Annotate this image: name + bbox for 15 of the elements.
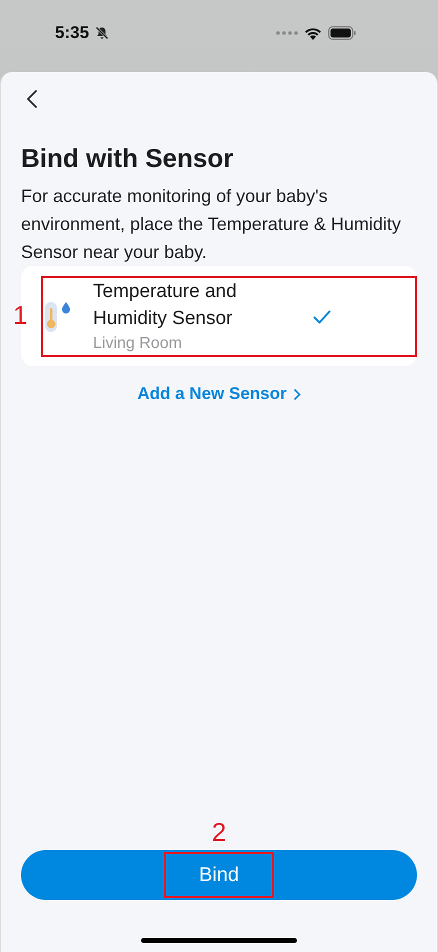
battery-icon [328, 26, 356, 40]
add-sensor-link[interactable]: Add a New Sensor [137, 384, 301, 404]
sensor-room: Living Room [93, 334, 183, 354]
sensor-name: Temperature and Humidity Sensor [93, 280, 238, 331]
thermometer-drop-icon [43, 300, 73, 334]
checkmark-icon [313, 310, 331, 324]
signal-dots-icon [276, 31, 298, 35]
page-title: Bind with Sensor [21, 143, 234, 174]
wifi-icon [304, 26, 322, 40]
bind-button[interactable]: Bind [21, 850, 417, 900]
description-text: For accurate monitoring of your baby's environment, place the Temperature & Humidity Sensor near your baby. [21, 185, 402, 264]
annotation-number: 2 [212, 817, 226, 848]
back-icon[interactable] [26, 89, 38, 109]
status-time: 5:35 [55, 23, 90, 43]
chevron-right-icon [292, 388, 301, 400]
